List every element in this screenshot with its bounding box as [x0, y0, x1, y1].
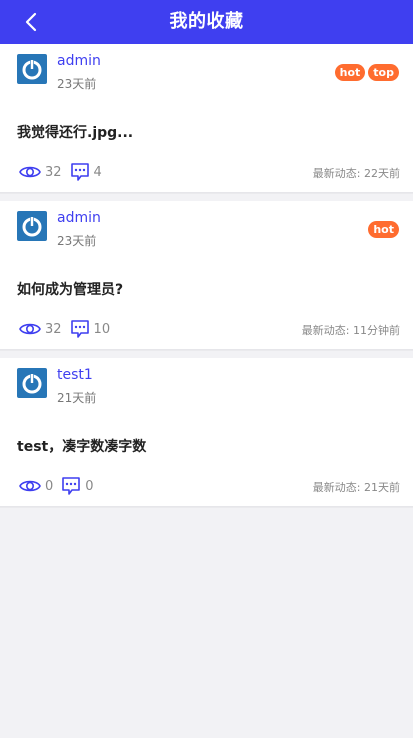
post-stats: 0 0	[19, 476, 102, 496]
latest-activity: 最新动态: 11分钟前	[301, 324, 400, 337]
view-count: 32	[19, 321, 62, 337]
view-count: 0	[19, 478, 53, 494]
favorites-list: admin 23天前 hot top 我觉得还行.jpg... 32 4 最新动…	[0, 44, 413, 507]
divider	[0, 350, 413, 358]
post-time: 23天前	[57, 77, 97, 91]
post-stats: 32 10	[19, 319, 118, 339]
comment-count: 4	[70, 162, 102, 182]
avatar[interactable]	[17, 54, 47, 84]
avatar[interactable]	[17, 211, 47, 241]
divider	[0, 193, 413, 201]
post-card[interactable]: admin 23天前 hot 如何成为管理员? 32 10 最新动态: 11分钟…	[0, 201, 413, 350]
post-card[interactable]: admin 23天前 hot top 我觉得还行.jpg... 32 4 最新动…	[0, 44, 413, 193]
hot-badge: hot	[368, 221, 399, 238]
app-header: 我的收藏	[0, 0, 413, 44]
page-title: 我的收藏	[169, 11, 244, 32]
comment-count-value: 0	[85, 478, 94, 494]
post-title[interactable]: 如何成为管理员?	[17, 279, 123, 299]
view-count-value: 0	[45, 478, 54, 494]
latest-activity: 最新动态: 21天前	[312, 481, 400, 494]
comment-icon	[70, 163, 89, 181]
username-link[interactable]: admin	[57, 210, 101, 226]
power-icon	[22, 59, 42, 80]
post-time: 21天前	[57, 391, 97, 405]
hot-badge: hot	[334, 64, 366, 81]
top-badge: top	[368, 64, 399, 81]
comment-count: 0	[61, 476, 94, 496]
post-time: 23天前	[57, 234, 97, 248]
eye-icon	[19, 323, 41, 335]
comment-icon	[70, 320, 89, 338]
badges: hot	[368, 221, 399, 238]
view-count-value: 32	[45, 164, 62, 180]
post-title[interactable]: 我觉得还行.jpg...	[17, 122, 133, 142]
view-count-value: 32	[45, 321, 62, 337]
comment-icon	[62, 477, 81, 495]
power-icon	[22, 373, 42, 394]
eye-icon	[19, 166, 41, 178]
username-link[interactable]: admin	[57, 53, 101, 69]
badges: hot top	[334, 64, 399, 81]
avatar[interactable]	[17, 368, 47, 398]
power-icon	[22, 216, 42, 237]
eye-icon	[19, 480, 41, 492]
username-link[interactable]: test1	[57, 367, 93, 383]
comment-count-value: 10	[93, 321, 111, 337]
comment-count: 10	[70, 319, 111, 339]
comment-count-value: 4	[93, 164, 102, 180]
post-stats: 32 4	[19, 162, 110, 182]
post-title[interactable]: test，凑字数凑字数	[17, 436, 146, 456]
latest-activity: 最新动态: 22天前	[312, 167, 400, 180]
post-card[interactable]: test1 21天前 test，凑字数凑字数 0 0 最新动态: 21天前	[0, 358, 413, 507]
view-count: 32	[19, 164, 62, 180]
